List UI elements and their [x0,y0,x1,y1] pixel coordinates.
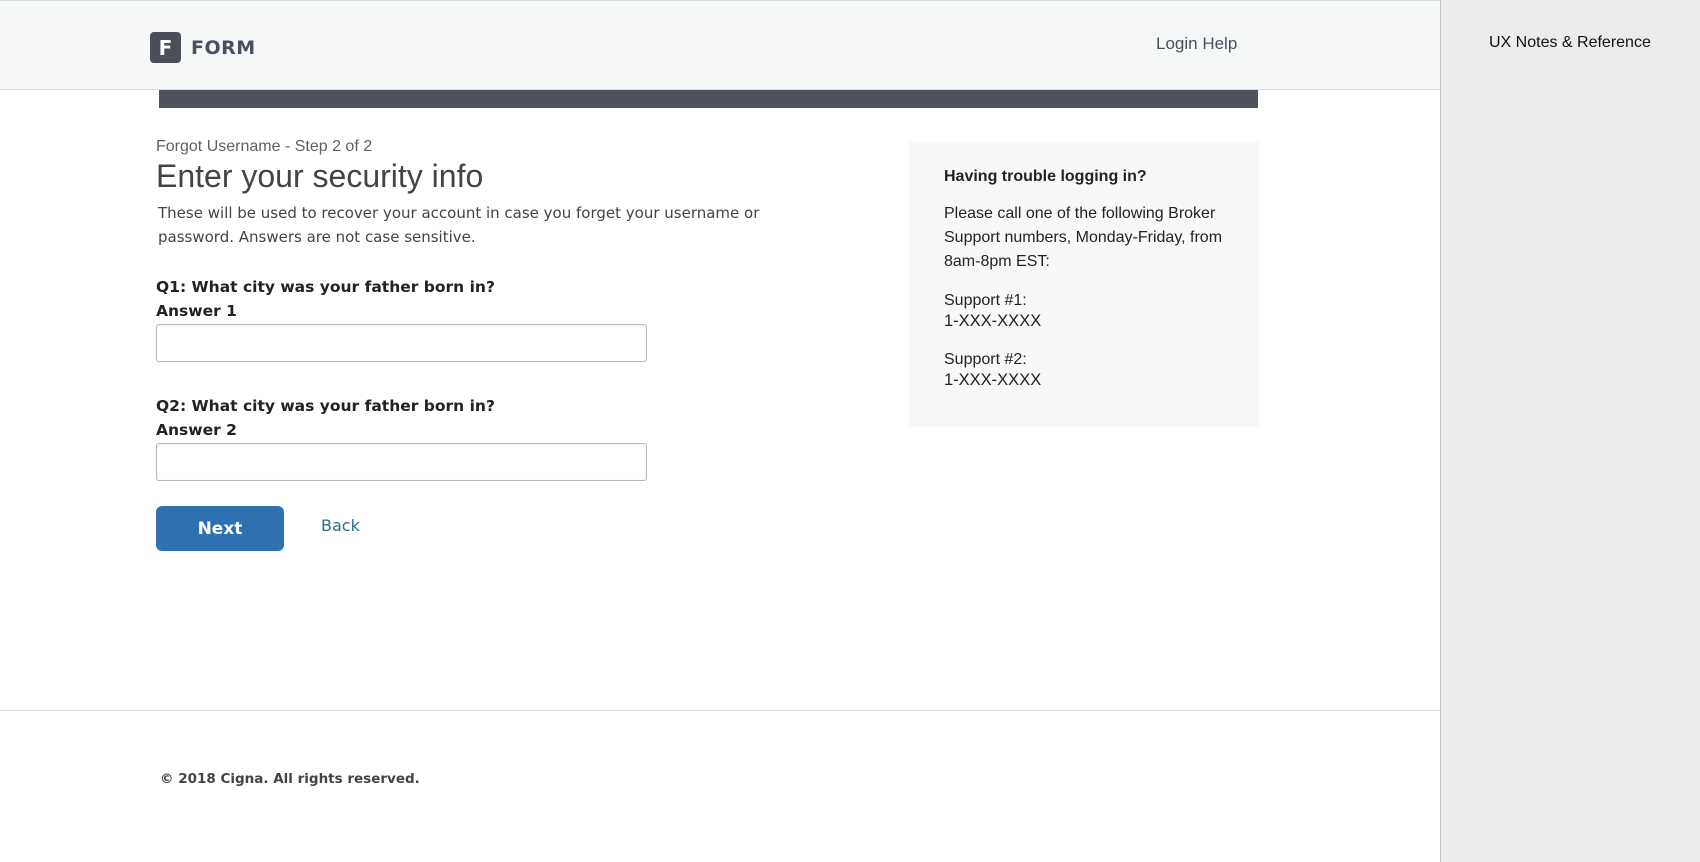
copyright: © 2018 Cigna. All rights reserved. [160,771,420,787]
page-description: These will be used to recover your accou… [158,204,760,246]
support-2: Support #2: 1-XXX-XXXX [944,349,1224,391]
help-title: Having trouble logging in? [944,168,1147,185]
main-page: F FORM Login Help Forgot Username - Step… [0,0,1440,862]
logo[interactable]: F FORM [150,32,256,63]
logo-text: FORM [191,36,256,59]
support-1: Support #1: 1-XXX-XXXX [944,290,1224,332]
answer-1-input[interactable] [156,324,647,362]
ux-notes-title: UX Notes & Reference [1489,34,1651,51]
next-button[interactable]: Next [156,506,284,551]
question-2-label: Q2: What city was your father born in? [156,397,495,415]
support-1-number: 1-XXX-XXXX [944,312,1042,330]
help-body: Please call one of the following Broker … [944,205,1223,270]
help-panel: Having trouble logging in? Please call o… [909,142,1259,427]
login-help-link[interactable]: Login Help [1156,34,1237,54]
support-2-number: 1-XXX-XXXX [944,371,1042,389]
page-title: Enter your security info [156,158,484,194]
header-dark-bar [159,90,1258,108]
support-2-label: Support #2: [944,351,1027,368]
answer-2-label: Answer 2 [156,421,237,439]
header: F FORM Login Help [0,0,1440,90]
question-1-label: Q1: What city was your father born in? [156,278,495,296]
support-1-label: Support #1: [944,292,1027,309]
answer-1-label: Answer 1 [156,302,237,320]
logo-icon: F [150,32,181,63]
answer-2-input[interactable] [156,443,647,481]
footer-divider [0,710,1440,711]
ux-notes-panel: UX Notes & Reference [1440,0,1700,862]
back-link[interactable]: Back [321,516,360,535]
step-indicator: Forgot Username - Step 2 of 2 [156,138,373,155]
